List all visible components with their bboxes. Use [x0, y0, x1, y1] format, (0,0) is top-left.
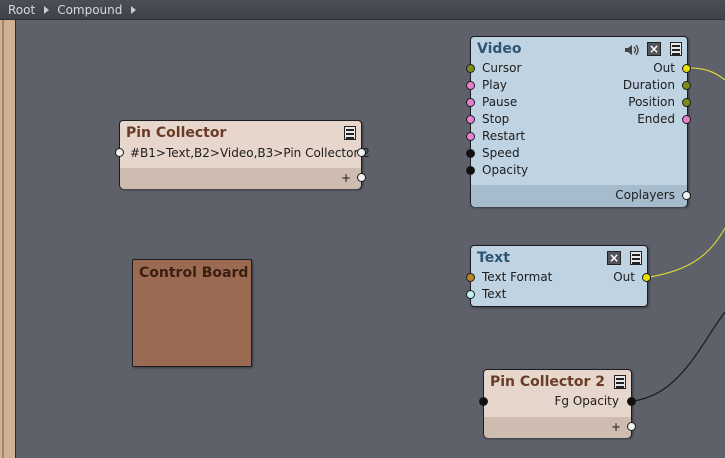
output-pin[interactable]	[357, 148, 366, 157]
menu-icon[interactable]	[630, 251, 642, 265]
input-label: Play	[482, 78, 508, 92]
wire-video-out[interactable]	[689, 67, 725, 81]
wire-fg-opacity[interactable]	[632, 311, 725, 402]
text-pin[interactable]	[466, 290, 475, 299]
text-node[interactable]: Text × Text Format Text Out	[466, 245, 651, 307]
node-title: Video	[477, 41, 522, 57]
opacity-pin[interactable]	[466, 166, 475, 175]
control-board-node[interactable]: Control Board	[132, 259, 252, 367]
menu-icon[interactable]	[344, 126, 356, 140]
node-title: Text	[477, 250, 510, 266]
input-label: Pause	[482, 95, 518, 109]
node-title: Control Board	[139, 265, 249, 281]
ended-pin[interactable]	[682, 115, 691, 124]
input-label: Restart	[482, 129, 526, 143]
close-icon[interactable]: ×	[607, 251, 621, 265]
output-label: Out	[613, 270, 635, 284]
pin-collector-node[interactable]: Pin Collector #B1>Text,B2>Video,B3>Pin C…	[115, 120, 370, 189]
volume-icon[interactable]	[624, 43, 640, 57]
speed-pin[interactable]	[466, 149, 475, 158]
add-pin[interactable]	[357, 173, 366, 182]
add-pin-label: +	[341, 171, 352, 185]
node-title: Pin Collector 2	[490, 374, 606, 390]
duration-pin[interactable]	[682, 81, 691, 90]
output-label: Duration	[622, 78, 675, 92]
input-label: Text	[482, 287, 507, 301]
output-label: Position	[628, 95, 675, 109]
output-label: Out	[653, 61, 675, 75]
input-label: Text Format	[482, 270, 553, 284]
add-pin-label: +	[611, 420, 622, 434]
stop-pin[interactable]	[466, 115, 475, 124]
node-title: Pin Collector	[126, 125, 227, 141]
input-label: Speed	[482, 146, 520, 160]
close-icon[interactable]: ×	[647, 42, 661, 56]
position-pin[interactable]	[682, 98, 691, 107]
out-pin[interactable]	[682, 64, 691, 73]
input-pin[interactable]	[115, 148, 124, 157]
cursor-pin[interactable]	[466, 64, 475, 73]
fg-opacity-pin[interactable]	[627, 397, 636, 406]
restart-pin[interactable]	[466, 132, 475, 141]
out-pin[interactable]	[642, 273, 651, 282]
coplayers-pin[interactable]	[682, 191, 691, 200]
output-label: Ended	[637, 112, 675, 126]
input-label: Opacity	[482, 163, 529, 177]
menu-icon[interactable]	[670, 42, 682, 56]
text-format-pin[interactable]	[466, 273, 475, 282]
pause-pin[interactable]	[466, 98, 475, 107]
add-pin[interactable]	[627, 422, 636, 431]
collector-mapping-text: #B1>Text,B2>Video,B3>Pin Collector 2	[130, 146, 370, 160]
output-label: Coplayers	[615, 188, 675, 202]
wire-text-out[interactable]	[649, 227, 725, 278]
input-label: Stop	[482, 112, 510, 126]
output-label: Fg Opacity	[554, 394, 620, 408]
menu-icon[interactable]	[614, 375, 626, 389]
input-label: Cursor	[482, 61, 522, 75]
pin-collector-2-node[interactable]: Pin Collector 2 Fg Opacity +	[479, 369, 636, 438]
play-pin[interactable]	[466, 81, 475, 90]
input-pin[interactable]	[479, 397, 488, 406]
video-node[interactable]: Video × Cursor Play Pause Stop Restart S…	[466, 36, 691, 207]
